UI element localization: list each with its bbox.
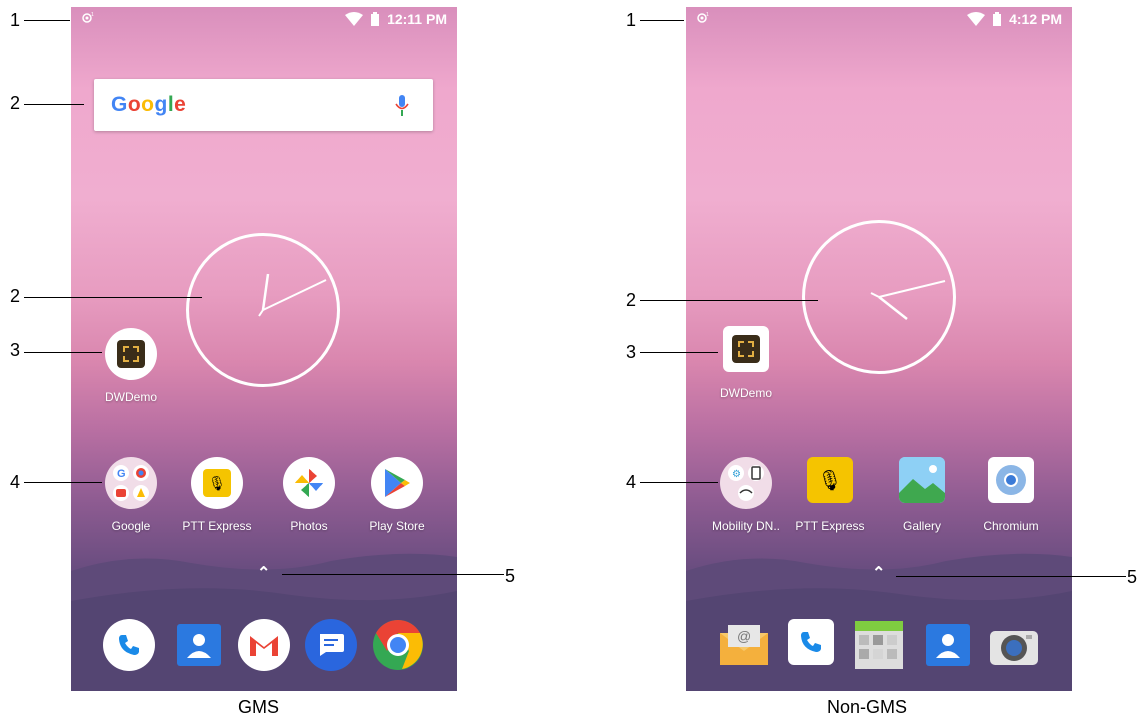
phone-icon[interactable]	[788, 619, 834, 665]
phone-screen-gms: 1 12:11 PM Google DWDemo G Google 🎙 PTT …	[71, 7, 457, 691]
app-drawer-chevron-icon[interactable]: ⌃	[257, 563, 270, 583]
google-folder-icon: G	[105, 457, 157, 509]
dwdemo-icon	[105, 328, 157, 380]
callout-4-left: 4	[10, 472, 21, 492]
messages-icon[interactable]	[305, 619, 357, 671]
callout-1-right: 1	[626, 10, 637, 30]
calendar-icon[interactable]	[853, 619, 905, 671]
gallery-icon	[899, 457, 945, 503]
contacts-icon[interactable]	[922, 619, 974, 671]
callout-line	[640, 482, 718, 483]
callout-3-right: 3	[626, 342, 637, 362]
google-search-widget[interactable]: Google	[94, 79, 433, 131]
folder-mobility-dna[interactable]: ⚙ Mobility DN..	[711, 457, 781, 533]
battery-icon	[371, 12, 380, 26]
callout-5-right: 5	[1127, 567, 1138, 587]
clock-hands	[870, 280, 946, 320]
callout-line	[24, 20, 70, 21]
callout-2-right-clock: 2	[626, 290, 637, 310]
caption-non-gms: Non-GMS	[827, 697, 908, 717]
callout-line	[24, 104, 84, 105]
play-store-icon	[371, 457, 423, 509]
app-ptt-express[interactable]: 🎙 PTT Express	[795, 457, 865, 533]
microphone-icon[interactable]	[395, 95, 409, 117]
clock-hands	[258, 273, 327, 317]
status-time: 4:12 PM	[1009, 11, 1062, 27]
gmail-icon[interactable]	[238, 619, 290, 671]
dock: @	[686, 601, 1072, 691]
folder-google[interactable]: G Google	[96, 457, 166, 533]
callout-line	[282, 574, 504, 575]
callout-1-left: 1	[10, 10, 21, 30]
app-dwdemo[interactable]: DWDemo	[96, 328, 166, 404]
callout-line	[896, 576, 1126, 577]
wifi-icon	[967, 12, 986, 26]
contacts-icon[interactable]	[173, 619, 225, 671]
photos-icon	[283, 457, 335, 509]
svg-text:G: G	[117, 468, 126, 480]
ptt-express-icon: 🎙	[807, 457, 853, 503]
email-icon[interactable]: @	[718, 619, 770, 671]
svg-text:⚙: ⚙	[732, 469, 741, 480]
app-drawer-chevron-icon[interactable]: ⌃	[872, 563, 885, 583]
app-photos[interactable]: Photos	[274, 457, 344, 533]
battery-icon	[993, 12, 1002, 26]
app-dwdemo[interactable]: DWDemo	[711, 326, 781, 400]
callout-line	[640, 20, 684, 21]
wifi-icon	[345, 12, 364, 26]
callout-line	[640, 352, 718, 353]
phone-icon[interactable]	[103, 619, 155, 671]
callout-line	[24, 352, 102, 353]
phone-screen-non-gms: 1 4:12 PM DWDemo ⚙ Mobility DN.. 🎙 PTT E…	[686, 7, 1072, 691]
callout-5-left: 5	[505, 566, 516, 586]
app-play-store[interactable]: Play Store	[362, 457, 432, 533]
status-bar: 1 12:11 PM	[71, 7, 457, 31]
app-ptt-express[interactable]: 🎙 PTT Express	[182, 457, 252, 533]
analog-clock-widget[interactable]	[802, 220, 956, 374]
camera-icon[interactable]	[988, 619, 1040, 671]
chromium-icon	[988, 457, 1034, 503]
google-logo: Google	[111, 93, 187, 116]
app-chromium[interactable]: Chromium	[976, 457, 1046, 533]
app-gallery[interactable]: Gallery	[887, 457, 957, 533]
svg-text:1: 1	[706, 12, 709, 18]
analog-clock-widget[interactable]	[186, 233, 340, 387]
svg-text:@: @	[737, 628, 751, 644]
callout-line	[640, 300, 818, 301]
status-bar: 1 4:12 PM	[686, 7, 1072, 31]
notification-icon: 1	[697, 12, 709, 23]
callout-line	[24, 297, 202, 298]
notification-icon: 1	[82, 12, 94, 23]
callout-2-left-clock: 2	[10, 286, 21, 306]
caption-gms: GMS	[238, 697, 280, 717]
callout-line	[24, 482, 102, 483]
callout-2-left-search: 2	[10, 93, 21, 113]
callout-4-right: 4	[626, 472, 637, 492]
callout-3-left: 3	[10, 340, 21, 360]
status-time: 12:11 PM	[387, 11, 447, 27]
dock	[71, 601, 457, 691]
svg-text:1: 1	[91, 12, 94, 18]
ptt-express-icon: 🎙	[191, 457, 243, 509]
mobility-dna-folder-icon: ⚙	[720, 457, 772, 509]
dwdemo-icon	[723, 326, 769, 372]
chrome-icon[interactable]	[372, 619, 424, 671]
